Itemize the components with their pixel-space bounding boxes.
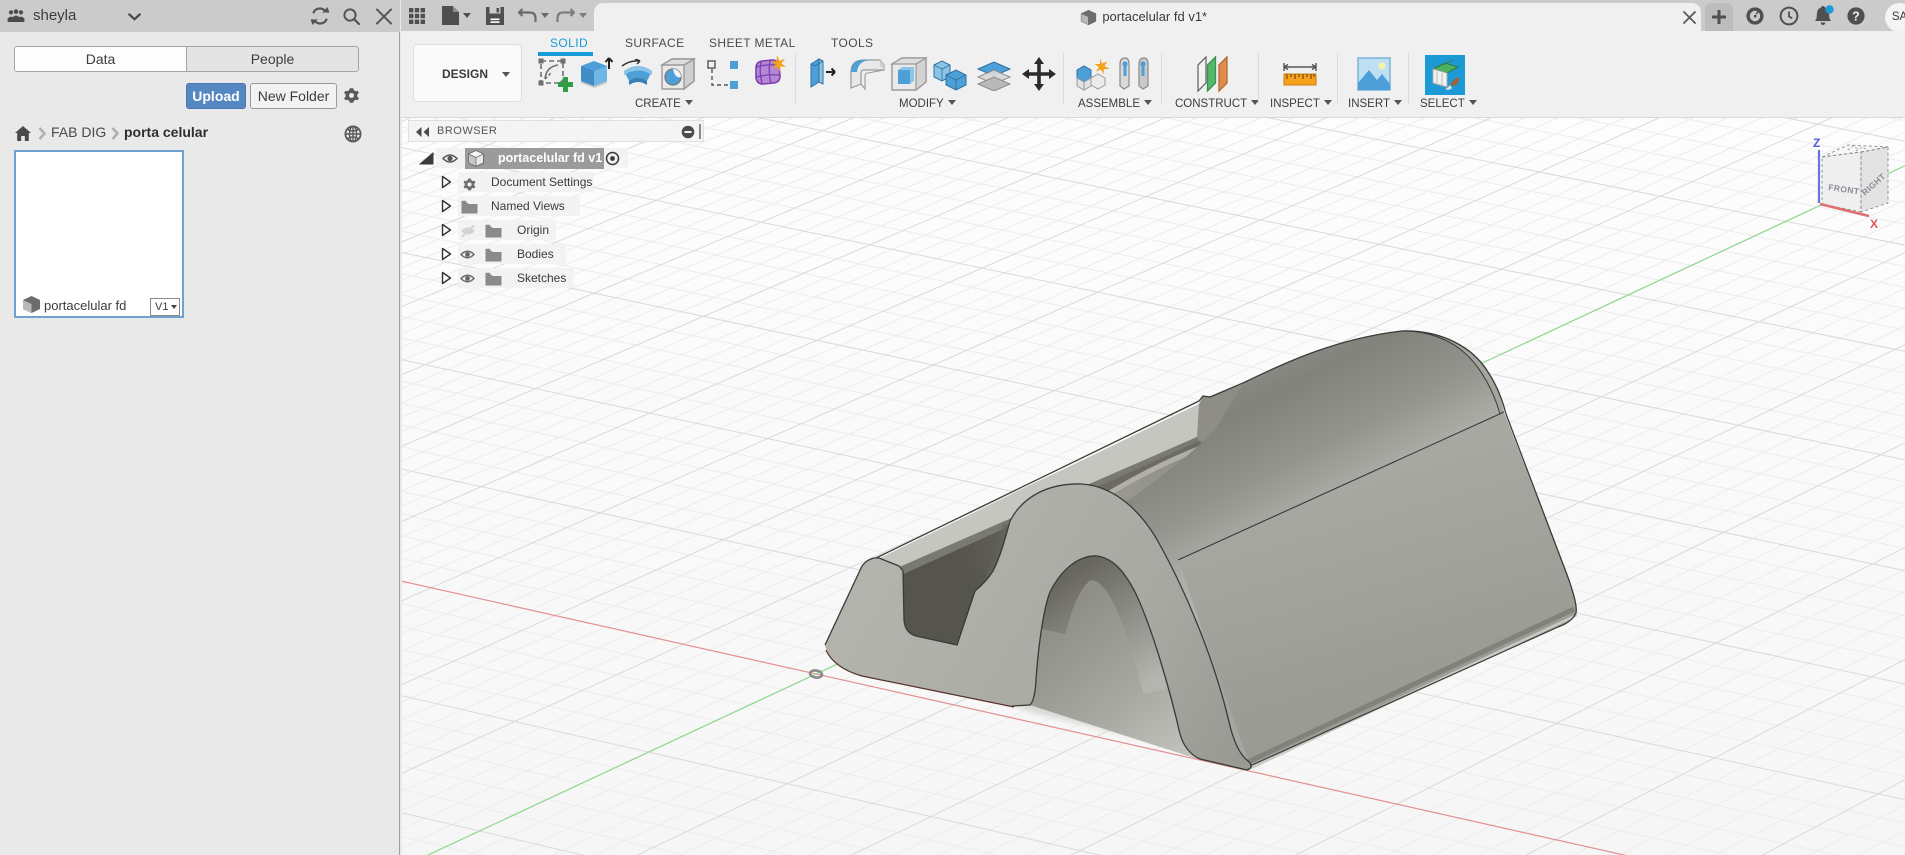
svg-text:X: X <box>1870 217 1878 231</box>
svg-text:?: ? <box>1852 9 1860 23</box>
svg-text:Z: Z <box>1813 136 1820 150</box>
